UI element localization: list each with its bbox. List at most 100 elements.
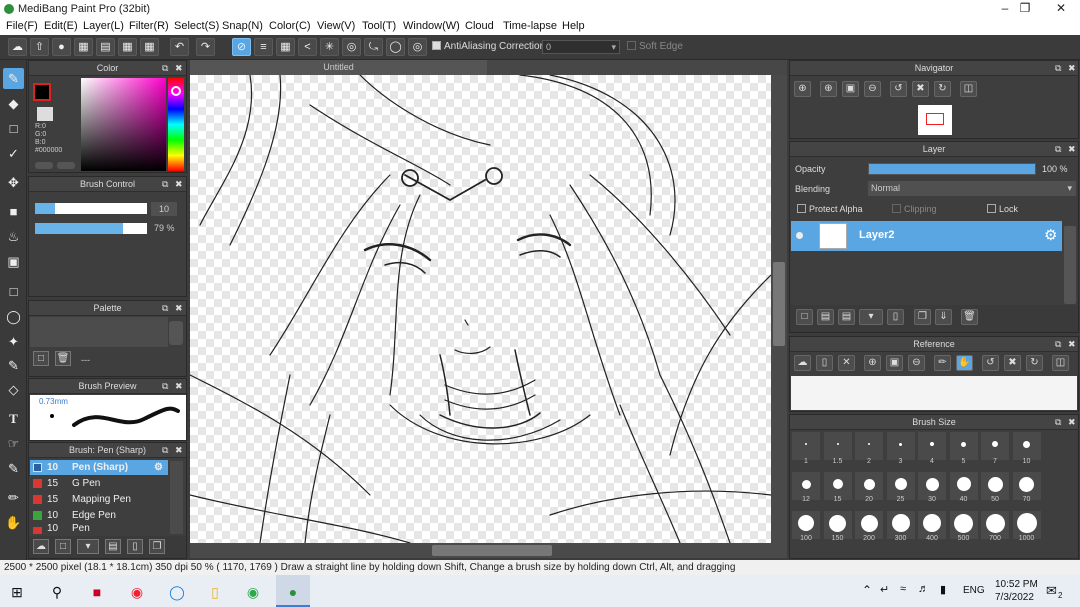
undock-icon[interactable]: ⧉ (1055, 142, 1061, 157)
edge-icon[interactable]: ◯ (166, 581, 188, 603)
correction-dropdown[interactable]: 0 ▾ (542, 40, 620, 54)
brush-size-slot[interactable]: 2 (855, 432, 883, 465)
blending-dropdown[interactable]: Normal ▾ (868, 181, 1076, 196)
brush-size-slot[interactable]: 25 (886, 472, 915, 503)
undock-icon[interactable]: ⧉ (162, 177, 168, 192)
layer-folder-icon[interactable]: ▯ (887, 309, 904, 325)
comment-icon[interactable]: ● (52, 38, 71, 56)
select-eraser-icon[interactable]: ◇ (3, 379, 24, 400)
fit-icon[interactable]: ▣ (842, 81, 859, 97)
new-halftone-layer-icon[interactable]: ▤ (817, 309, 834, 325)
close-icon[interactable]: ✖ (1068, 61, 1076, 76)
brush-size-slot[interactable]: 20 (855, 472, 883, 503)
undock-icon[interactable]: ⧉ (162, 443, 168, 458)
reference-open-icon[interactable]: ▯ (816, 355, 833, 371)
maximize-button[interactable]: ❐ (1010, 0, 1040, 18)
new-layer-icon[interactable]: □ (796, 309, 813, 325)
transparent-swatch[interactable] (37, 107, 53, 121)
select-tool-icon[interactable]: □ (3, 281, 24, 302)
brush-size-slot[interactable]: 70 (1012, 472, 1041, 503)
menu-filter[interactable]: Filter(R) (129, 20, 169, 32)
menu-layer[interactable]: Layer(L) (83, 20, 124, 32)
app-taskbar-icon-1[interactable]: ■ (86, 581, 108, 603)
add-brush-icon[interactable]: ▾ (77, 539, 99, 554)
menu-help[interactable]: Help (562, 20, 585, 32)
grid-icon[interactable]: ▦ (140, 38, 159, 56)
brush-size-slot[interactable]: 3 (886, 432, 915, 465)
add-layer-menu-icon[interactable]: ▾ (859, 309, 883, 325)
brush-size-slot[interactable]: 12 (792, 472, 820, 503)
close-icon[interactable]: ✖ (1068, 415, 1076, 430)
rotate-right-icon[interactable]: ↻ (934, 81, 951, 97)
visibility-icon[interactable] (796, 232, 803, 239)
palette-swatches[interactable] (30, 317, 168, 347)
snap-radial-icon[interactable]: ✳ (320, 38, 339, 56)
brush-size-slot[interactable]: 7 (981, 432, 1009, 465)
clock-date[interactable]: 7/3/2022 (995, 592, 1034, 603)
reference-hand-icon[interactable]: ✋ (956, 355, 973, 371)
brush-size-slot[interactable]: 4 (918, 432, 946, 465)
menu-view[interactable]: View(V) (317, 20, 355, 32)
duplicate-icon[interactable]: ❐ (149, 539, 165, 554)
app-taskbar-icon-2[interactable]: ◉ (242, 581, 264, 603)
navigator-thumbnail[interactable] (918, 105, 952, 135)
magic-wand-icon[interactable]: ✦ (3, 331, 24, 352)
file-explorer-icon[interactable]: ▯ (204, 581, 226, 603)
vertical-scroll-thumb[interactable] (773, 262, 785, 346)
snap-circle-icon[interactable]: ◎ (342, 38, 361, 56)
close-icon[interactable]: ✖ (175, 443, 183, 458)
brush-size-slot[interactable]: 1.5 (823, 432, 852, 465)
foreground-color-swatch[interactable] (33, 83, 51, 101)
brush-size-slot[interactable]: 10 (1012, 432, 1041, 465)
menu-select[interactable]: Select(S) (174, 20, 219, 32)
horizontal-scroll-thumb[interactable] (432, 545, 552, 556)
snap-perspective-icon[interactable]: < (298, 38, 317, 56)
brush-settings-icon[interactable]: ▤ (105, 539, 121, 554)
windows-start-icon[interactable]: ⊞ (6, 581, 28, 603)
menu-window[interactable]: Window(W) (403, 20, 460, 32)
brush-size-slot[interactable]: 40 (949, 472, 978, 503)
reference-fit-icon[interactable]: ▣ (886, 355, 903, 371)
snap-curve-icon[interactable]: ⤿ (364, 38, 383, 56)
zoom-out-icon[interactable]: ⊖ (864, 81, 881, 97)
brush-size-slot[interactable]: 30 (918, 472, 946, 503)
show-hidden-icons-icon[interactable]: ⌃ (862, 583, 872, 597)
reference-close-icon[interactable]: ✕ (838, 355, 855, 371)
clock-time[interactable]: 10:52 PM (995, 579, 1038, 590)
volume-icon[interactable]: ♬ (918, 583, 929, 595)
close-icon[interactable]: ✖ (1068, 142, 1076, 157)
navigator-viewport[interactable] (926, 113, 944, 125)
cloud-icon[interactable]: ☁ (8, 38, 27, 56)
battery-icon[interactable]: ▮ (940, 583, 946, 596)
undock-icon[interactable]: ⧉ (162, 379, 168, 394)
brush-item[interactable]: 10 Pen (Sharp) ⚙ (30, 460, 168, 475)
undock-icon[interactable]: ⧉ (162, 301, 168, 316)
hue-handle[interactable] (171, 86, 181, 96)
reference-flip-icon[interactable]: ◫ (1052, 355, 1069, 371)
color-saturation-square[interactable] (81, 78, 166, 171)
layer-opacity-slider[interactable] (868, 163, 1036, 175)
menu-tool[interactable]: Tool(T) (362, 20, 396, 32)
undock-icon[interactable]: ⧉ (1055, 61, 1061, 76)
merge-layer-icon[interactable]: ⇓ (935, 309, 952, 325)
brush-list-scrollbar[interactable] (170, 461, 183, 534)
move-tool-icon[interactable]: ✥ (3, 172, 24, 193)
cloud-upload-icon[interactable]: ☁ (33, 539, 49, 554)
page-icon[interactable]: ▤ (96, 38, 115, 56)
rotate-left-icon[interactable]: ↺ (890, 81, 907, 97)
snap-concentric-icon[interactable]: ◎ (408, 38, 427, 56)
color-mode-button[interactable] (35, 162, 53, 169)
folder-icon[interactable]: ▯ (127, 539, 143, 554)
brush-size-slot[interactable]: 50 (981, 472, 1009, 503)
menu-cloud[interactable]: Cloud (465, 20, 494, 32)
palette-scrollbar[interactable] (169, 321, 183, 345)
reference-zoom-in-icon[interactable]: ⊕ (864, 355, 881, 371)
brush-size-slot[interactable]: 200 (855, 511, 883, 542)
menu-color[interactable]: Color(C) (269, 20, 311, 32)
menu-file[interactable]: File(F) (6, 20, 38, 32)
menu-edit[interactable]: Edit(E) (44, 20, 78, 32)
brush-size-slot[interactable]: 1 (792, 432, 820, 465)
chrome-icon[interactable]: ◉ (126, 581, 148, 603)
new-brush-icon[interactable]: □ (55, 539, 71, 554)
close-button[interactable]: ✕ (1046, 0, 1076, 18)
